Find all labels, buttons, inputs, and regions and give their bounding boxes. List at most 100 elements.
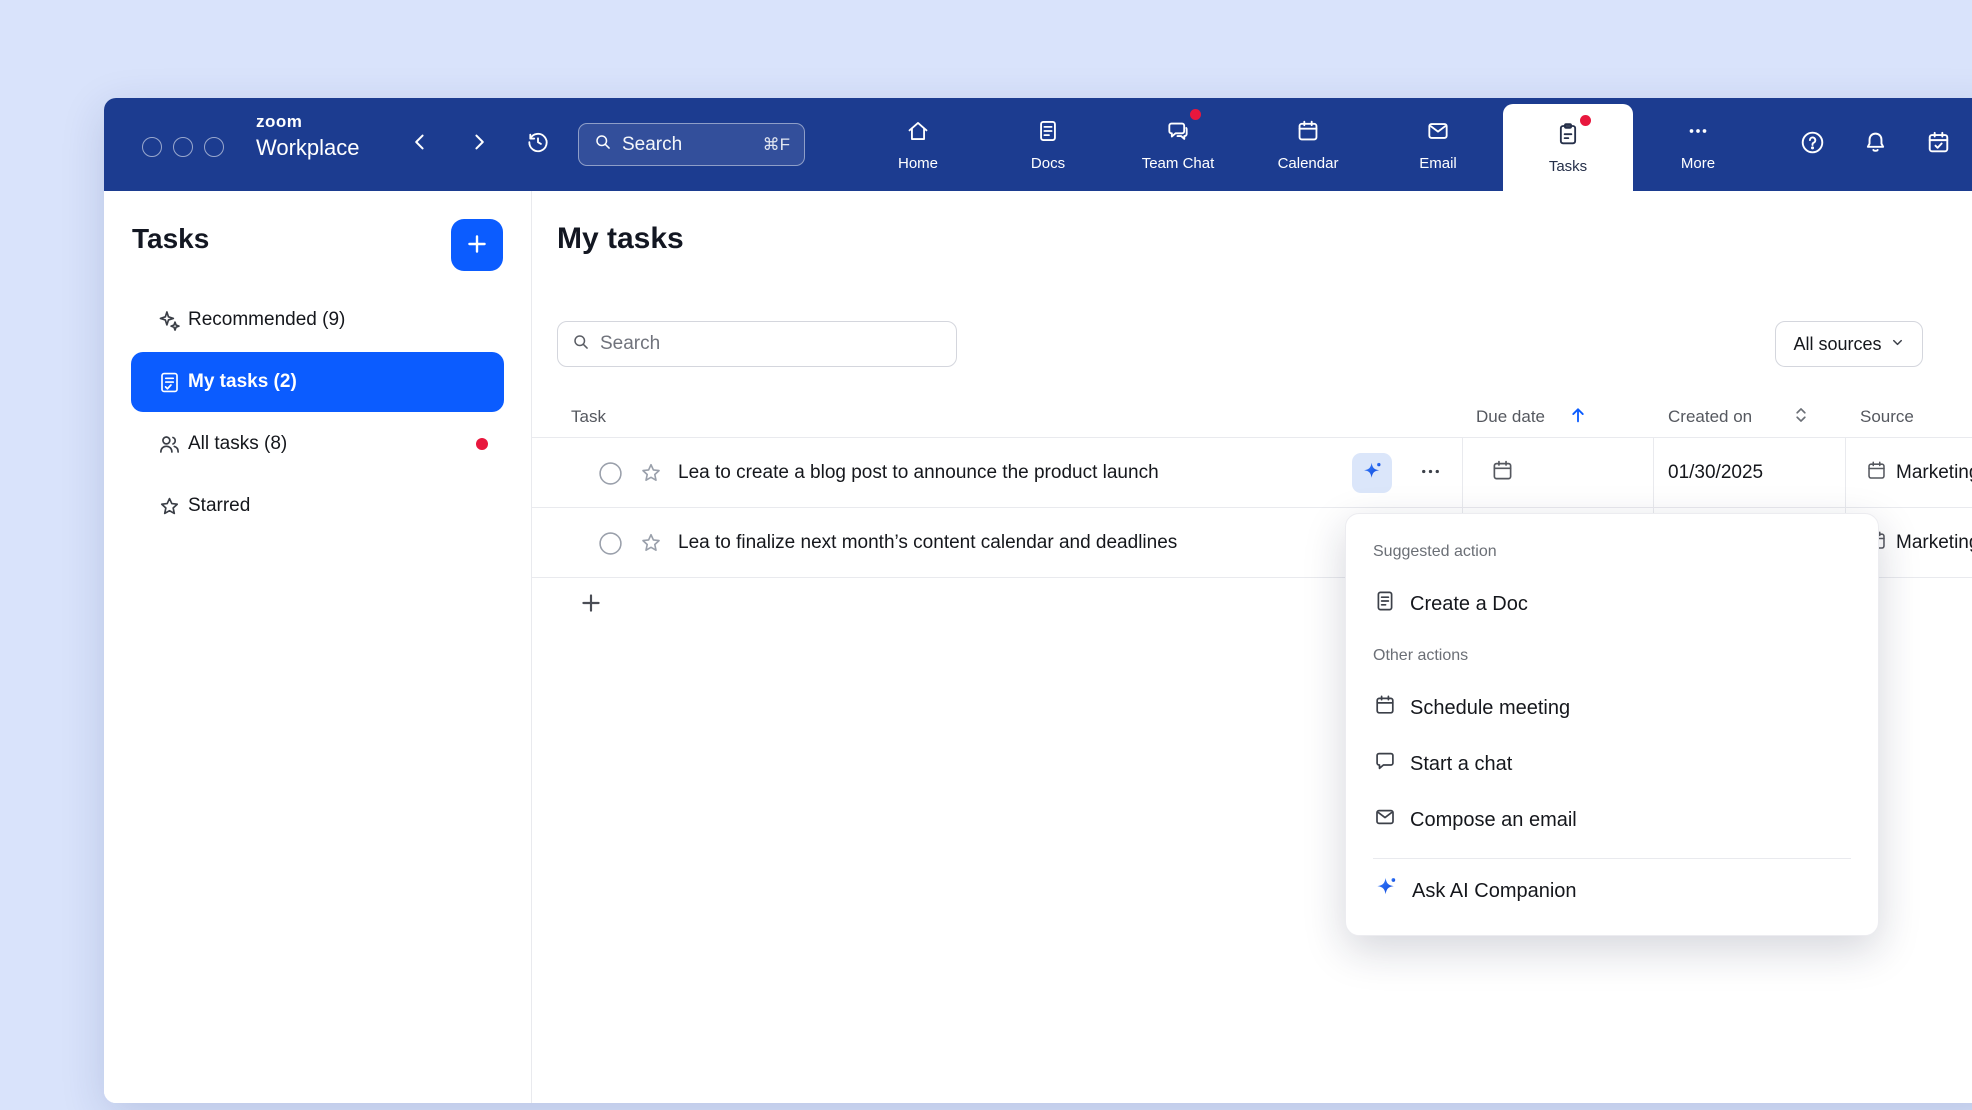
- history-button[interactable]: [518, 98, 558, 191]
- column-divider: [1845, 438, 1846, 507]
- calendar-icon: [1295, 118, 1321, 149]
- column-header-task: Task: [571, 396, 606, 438]
- history-icon: [525, 129, 551, 160]
- nav-label-docs: Docs: [1031, 155, 1065, 172]
- tasks-sidebar: Tasks Recommended (9) My tasks (2): [104, 191, 532, 1103]
- task-more-options-button[interactable]: [1410, 460, 1450, 486]
- sort-toggle-icon[interactable]: [1792, 406, 1810, 429]
- calendar-add-icon: [1490, 458, 1515, 488]
- search-icon: [593, 132, 613, 157]
- nav-label-email: Email: [1419, 155, 1457, 172]
- ai-companion-icon: [1373, 875, 1399, 907]
- tasks-icon: [1555, 121, 1581, 152]
- menu-item-label: Create a Doc: [1410, 593, 1528, 616]
- logo-zoom-text: zoom: [256, 113, 360, 130]
- menu-item-label: Ask AI Companion: [1412, 880, 1577, 903]
- sources-filter-value: All sources: [1793, 334, 1881, 355]
- ai-companion-actions-button[interactable]: [1352, 453, 1392, 493]
- nav-tab-docs[interactable]: Docs: [983, 98, 1113, 191]
- sidebar-label-recommended: Recommended (9): [188, 309, 345, 331]
- top-bar: zoom Workplace Search ⌘F: [104, 98, 1972, 191]
- nav-tab-email[interactable]: Email: [1373, 98, 1503, 191]
- people-icon: [156, 432, 182, 457]
- sidebar-item-my-tasks[interactable]: My tasks (2): [131, 352, 504, 412]
- sidebar-label-starred: Starred: [188, 495, 250, 517]
- calendar-check-icon: [1925, 129, 1952, 161]
- sort-ascending-icon[interactable]: [1567, 404, 1589, 431]
- ai-sparkle-icon: [1360, 460, 1384, 487]
- tasks-search-field[interactable]: [557, 321, 957, 367]
- doc-icon: [1373, 589, 1397, 619]
- logo-workplace-text: Workplace: [256, 137, 360, 159]
- tasks-search-input[interactable]: [600, 333, 943, 355]
- task-complete-checkbox[interactable]: [598, 438, 623, 508]
- new-task-button[interactable]: [451, 219, 503, 271]
- menu-item-ask-ai-companion[interactable]: Ask AI Companion: [1346, 863, 1878, 919]
- nav-label-tasks: Tasks: [1549, 158, 1587, 175]
- sidebar-item-all-tasks[interactable]: All tasks (8): [131, 414, 504, 474]
- ellipsis-icon: [1418, 459, 1443, 487]
- help-button[interactable]: [1792, 98, 1832, 191]
- sidebar-list: Recommended (9) My tasks (2) All tasks (…: [104, 290, 531, 536]
- primary-navigation: Home Docs Team Chat Calendar Email: [853, 98, 1763, 191]
- menu-item-label: Compose an email: [1410, 809, 1577, 832]
- column-divider: [1653, 438, 1654, 507]
- chat-icon: [1373, 749, 1397, 779]
- source-cell[interactable]: Marketing: [1865, 438, 1972, 508]
- menu-item-create-doc[interactable]: Create a Doc: [1346, 576, 1878, 632]
- source-calendar-icon: [1865, 459, 1888, 487]
- nav-tab-team-chat[interactable]: Team Chat: [1113, 98, 1243, 191]
- chevron-right-icon: [467, 130, 491, 159]
- menu-divider: [1373, 858, 1851, 859]
- chevron-down-icon: [1890, 334, 1905, 355]
- column-header-source: Source: [1860, 396, 1914, 438]
- task-title: Lea to finalize next month’s content cal…: [678, 508, 1177, 578]
- window-close-button[interactable]: [142, 137, 162, 157]
- task-star-toggle[interactable]: [638, 438, 664, 508]
- sources-filter-dropdown[interactable]: All sources: [1775, 321, 1923, 367]
- menu-item-compose-email[interactable]: Compose an email: [1346, 792, 1878, 848]
- app-window: zoom Workplace Search ⌘F: [104, 98, 1972, 1103]
- docs-icon: [1035, 118, 1061, 149]
- global-search-placeholder: Search: [622, 134, 754, 156]
- zoom-workplace-logo: zoom Workplace: [256, 113, 360, 159]
- forward-button[interactable]: [459, 98, 499, 191]
- schedule-button[interactable]: [1918, 98, 1958, 191]
- nav-tab-home[interactable]: Home: [853, 98, 983, 191]
- notifications-button[interactable]: [1855, 98, 1895, 191]
- menu-item-schedule-meeting[interactable]: Schedule meeting: [1346, 680, 1878, 736]
- set-due-date-button[interactable]: [1490, 438, 1515, 508]
- table-header-row: Task Due date Created on Source: [532, 396, 1972, 438]
- plus-icon: [578, 590, 604, 619]
- nav-tab-calendar[interactable]: Calendar: [1243, 98, 1373, 191]
- task-star-toggle[interactable]: [638, 508, 664, 578]
- add-task-button[interactable]: [578, 590, 604, 619]
- search-shortcut-hint: ⌘F: [763, 135, 790, 155]
- column-header-created-on[interactable]: Created on: [1668, 396, 1810, 438]
- tasks-notification-dot: [1580, 115, 1591, 126]
- global-search[interactable]: Search ⌘F: [578, 123, 805, 166]
- table-row[interactable]: Lea to create a blog post to announce th…: [532, 438, 1972, 508]
- column-header-due-date[interactable]: Due date: [1476, 396, 1589, 438]
- other-actions-label: Other actions: [1346, 632, 1878, 680]
- window-maximize-button[interactable]: [204, 137, 224, 157]
- task-complete-checkbox[interactable]: [598, 508, 623, 578]
- menu-item-start-chat[interactable]: Start a chat: [1346, 736, 1878, 792]
- team-chat-icon: [1165, 118, 1191, 149]
- back-button[interactable]: [400, 98, 440, 191]
- nav-label-team-chat: Team Chat: [1142, 155, 1215, 172]
- sidebar-item-recommended[interactable]: Recommended (9): [131, 290, 504, 350]
- nav-tab-tasks[interactable]: Tasks: [1503, 104, 1633, 191]
- my-tasks-icon: [156, 370, 182, 395]
- column-divider: [1462, 438, 1463, 507]
- home-icon: [905, 118, 931, 149]
- source-cell[interactable]: Marketing: [1865, 508, 1972, 578]
- sidebar-item-starred[interactable]: Starred: [131, 476, 504, 536]
- nav-label-home: Home: [898, 155, 938, 172]
- calendar-icon: [1373, 693, 1397, 723]
- nav-tab-more[interactable]: More: [1633, 98, 1763, 191]
- window-controls[interactable]: [142, 137, 224, 157]
- window-minimize-button[interactable]: [173, 137, 193, 157]
- sparkle-icon: [156, 308, 182, 333]
- page-title: My tasks: [557, 222, 684, 256]
